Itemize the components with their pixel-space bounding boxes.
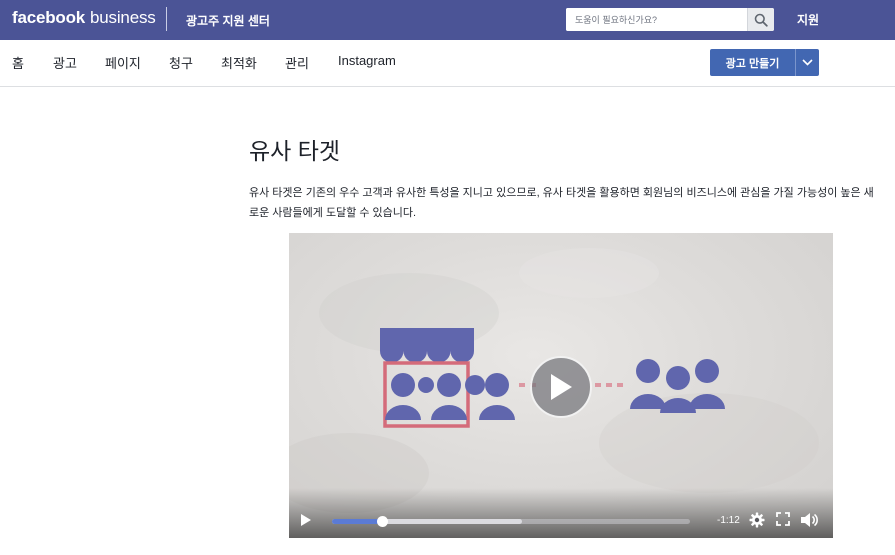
progress-bar[interactable] [332, 516, 690, 527]
volume-icon [801, 513, 818, 527]
scrubber-handle[interactable] [377, 516, 389, 527]
settings-button[interactable] [749, 512, 765, 533]
brand-business: business [90, 8, 156, 27]
time-remaining: -1:12 [717, 515, 740, 526]
nav-item-pages[interactable]: 페이지 [105, 53, 141, 72]
nav-item-manage[interactable]: 관리 [285, 53, 309, 72]
search-box [566, 8, 774, 31]
nav-item-billing[interactable]: 청구 [169, 53, 193, 72]
fullscreen-button[interactable] [776, 512, 790, 531]
play-small-icon [301, 514, 311, 526]
support-link[interactable]: 지원 [797, 11, 819, 28]
create-ad-button[interactable]: 광고 만들기 [710, 49, 795, 76]
lookalike-audience-illustration [630, 359, 725, 413]
nav-item-instagram[interactable]: Instagram [338, 53, 396, 68]
nav-item-optimization[interactable]: 최적화 [221, 53, 257, 72]
play-button[interactable] [299, 513, 313, 532]
page-title: 유사 타겟 [249, 138, 341, 164]
help-center-title[interactable]: 광고주 지원 센터 [186, 12, 270, 29]
play-icon [551, 374, 572, 400]
search-button[interactable] [747, 8, 774, 31]
create-ad-button-group: 광고 만들기 [710, 49, 819, 76]
chevron-down-icon [802, 59, 813, 66]
video-player[interactable]: -1:12 [289, 233, 833, 538]
facebook-business-logo[interactable]: facebook business [12, 8, 156, 28]
article-description: 유사 타겟은 기존의 우수 고객과 유사한 특성을 지니고 있으므로, 유사 타… [249, 187, 874, 219]
brand-facebook: facebook [12, 8, 86, 27]
create-ad-dropdown[interactable] [796, 49, 819, 76]
volume-button[interactable] [800, 512, 818, 533]
played-bar [332, 519, 383, 524]
nav-item-ads[interactable]: 광고 [53, 53, 77, 72]
search-input[interactable] [566, 8, 747, 31]
search-icon [754, 13, 768, 27]
fullscreen-icon [776, 512, 790, 526]
nav-item-home[interactable]: 홈 [12, 53, 24, 72]
top-bar: facebook business 광고주 지원 센터 지원 [0, 0, 895, 40]
header-divider [166, 7, 167, 31]
big-play-button[interactable] [530, 356, 592, 418]
video-controls: -1:12 [289, 488, 833, 538]
main-nav: 홈 광고 페이지 청구 최적화 관리 Instagram 광고 만들기 [0, 40, 895, 87]
customers-illustration [385, 373, 515, 420]
store-awning-illustration [380, 328, 474, 363]
gear-icon [749, 512, 765, 528]
